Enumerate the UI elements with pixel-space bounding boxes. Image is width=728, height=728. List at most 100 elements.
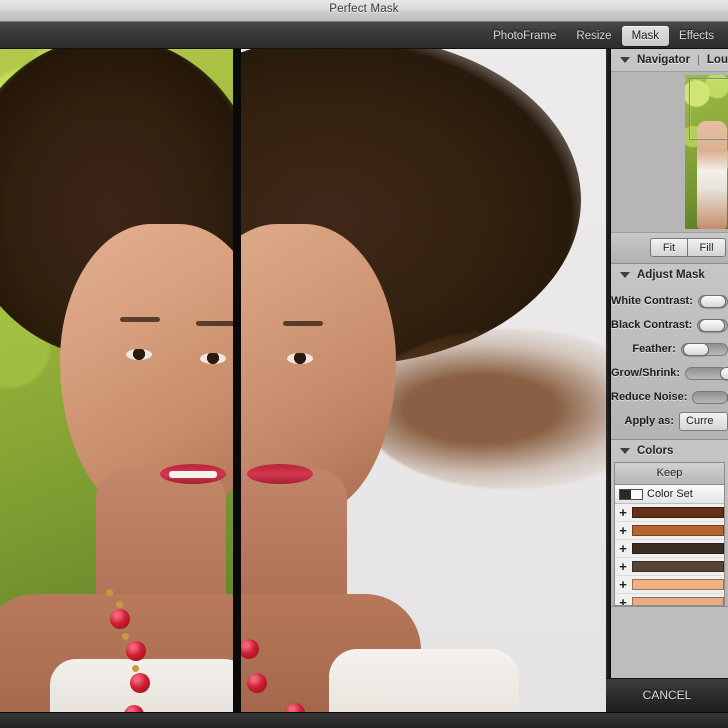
keep-tab[interactable]: Keep	[614, 462, 725, 484]
split-divider[interactable]	[233, 49, 241, 712]
swatch-row[interactable]: +	[615, 504, 724, 522]
apply-as-label: Apply as:	[624, 415, 675, 427]
row-feather: Feather:	[611, 337, 728, 361]
eye-right	[200, 353, 226, 364]
eyebrow-right-half	[283, 321, 323, 326]
row-apply-as: Apply as: Curre	[611, 409, 728, 433]
keep-tab-label: Keep	[656, 467, 683, 479]
bottom-status-bar	[0, 712, 728, 728]
color-set-header[interactable]: Color Set	[615, 485, 724, 504]
color-set-label: Color Set	[647, 488, 693, 500]
add-color-icon[interactable]: +	[618, 524, 628, 537]
black-contrast-slider[interactable]	[697, 318, 728, 332]
fill-button[interactable]: Fill	[688, 238, 726, 257]
preview-masked-half	[241, 49, 606, 712]
section-navigator: Navigator | Lou Fit Fill	[611, 49, 728, 264]
necklace-bead	[247, 673, 267, 693]
cancel-button[interactable]: CANCEL	[606, 678, 728, 713]
colors-title: Colors	[637, 445, 674, 457]
color-set-list[interactable]: Color Set + + + + + +	[614, 484, 725, 606]
slider-knob[interactable]	[699, 318, 726, 332]
add-color-icon[interactable]: +	[618, 542, 628, 555]
color-swatch[interactable]	[632, 507, 724, 518]
row-white-contrast: White Contrast:	[611, 289, 728, 313]
cancel-label: CANCEL	[642, 688, 692, 702]
feather-label: Feather:	[632, 343, 676, 355]
navigator-viewport-rect[interactable]	[689, 78, 728, 140]
fit-button[interactable]: Fit	[650, 238, 688, 257]
fit-fill-group: Fit Fill	[650, 238, 726, 257]
reduce-noise-slider[interactable]	[692, 390, 728, 404]
slider-knob[interactable]	[720, 366, 728, 380]
title-bar: Perfect Mask	[0, 0, 728, 22]
navigator-header[interactable]: Navigator | Lou	[611, 49, 728, 71]
row-reduce-noise: Reduce Noise:	[611, 385, 728, 409]
color-swatch[interactable]	[632, 597, 724, 605]
white-contrast-slider[interactable]	[697, 294, 728, 308]
section-colors: Colors Keep Color Set + + + + + +	[611, 440, 728, 607]
necklace-chain-link	[122, 633, 129, 640]
grow-shrink-label: Grow/Shrink:	[611, 367, 681, 379]
necklace-chain-link	[132, 665, 139, 672]
app-window: Perfect Mask PhotoFrame Resize Mask Effe…	[0, 0, 728, 728]
panel-body: Basic Navigator | Lou F	[611, 49, 728, 712]
necklace-bead	[126, 641, 146, 661]
reduce-noise-label: Reduce Noise:	[611, 391, 688, 403]
swatch-row[interactable]: +	[615, 594, 724, 605]
swatch-row[interactable]: +	[615, 558, 724, 576]
navigator-secondary-tab[interactable]: Lou	[707, 54, 728, 66]
eye-left	[126, 349, 152, 360]
preview-original-half	[0, 49, 233, 712]
slider-knob[interactable]	[699, 294, 726, 308]
module-resize[interactable]: Resize	[566, 26, 621, 46]
color-swatch[interactable]	[632, 525, 724, 536]
module-photoframe[interactable]: PhotoFrame	[483, 26, 566, 46]
add-color-icon[interactable]: +	[618, 578, 628, 591]
row-black-contrast: Black Contrast:	[611, 313, 728, 337]
disclosure-triangle-icon[interactable]	[620, 57, 630, 63]
eye-right-half	[287, 353, 313, 364]
slider-knob[interactable]	[682, 342, 709, 356]
tank-top-right	[329, 649, 519, 712]
module-mask[interactable]: Mask	[621, 25, 670, 46]
add-color-icon[interactable]: +	[618, 560, 628, 573]
navigator-zoom-buttons: Fit Fill	[611, 233, 728, 263]
color-set-toggle-icon[interactable]	[619, 488, 643, 500]
necklace-bead	[130, 673, 150, 693]
navigator-preview[interactable]	[611, 71, 728, 233]
add-color-icon[interactable]: +	[618, 506, 628, 519]
feather-slider[interactable]	[680, 342, 728, 356]
necklace-bead	[110, 609, 130, 629]
swatch-row[interactable]: +	[615, 522, 724, 540]
black-contrast-label: Black Contrast:	[611, 319, 693, 331]
white-contrast-label: White Contrast:	[611, 295, 693, 307]
swatch-row[interactable]: +	[615, 576, 724, 594]
navigator-separator: |	[697, 54, 700, 66]
row-grow-shrink: Grow/Shrink:	[611, 361, 728, 385]
navigator-title: Navigator	[637, 54, 691, 66]
teeth	[169, 471, 217, 478]
swatch-row[interactable]: +	[615, 540, 724, 558]
image-canvas[interactable]: Composite ▲▼	[0, 49, 606, 712]
color-swatch[interactable]	[632, 561, 724, 572]
color-swatch[interactable]	[632, 543, 724, 554]
color-swatch[interactable]	[632, 579, 724, 590]
necklace-chain-link	[116, 601, 123, 608]
disclosure-triangle-icon[interactable]	[620, 448, 630, 454]
disclosure-triangle-icon[interactable]	[620, 272, 630, 278]
adjust-mask-header[interactable]: Adjust Mask	[611, 264, 728, 286]
add-color-icon[interactable]: +	[618, 596, 628, 605]
lips-right-half	[247, 464, 313, 484]
module-nav-bar: PhotoFrame Resize Mask Effects	[0, 22, 728, 49]
right-sidebar: Basic Navigator | Lou F	[606, 49, 728, 712]
adjust-mask-rows: White Contrast: Black Contrast: Feather:	[611, 286, 728, 439]
module-effects[interactable]: Effects	[669, 26, 724, 46]
eyebrow-left	[120, 317, 160, 322]
necklace-chain-link	[106, 589, 113, 596]
module-buttons: PhotoFrame Resize Mask Effects	[483, 22, 724, 49]
grow-shrink-slider[interactable]	[685, 366, 728, 380]
window-title: Perfect Mask	[329, 3, 399, 15]
colors-header[interactable]: Colors	[611, 440, 728, 462]
apply-as-dropdown[interactable]: Curre	[679, 411, 728, 431]
eyebrow-right	[196, 321, 233, 326]
